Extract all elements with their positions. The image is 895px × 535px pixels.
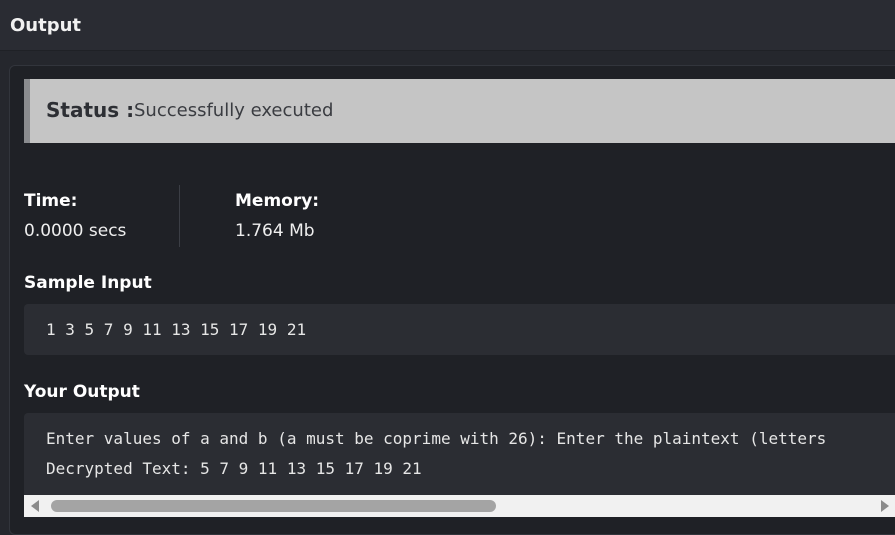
your-output-title: Your Output bbox=[24, 382, 140, 402]
output-header: Output bbox=[0, 0, 895, 51]
output-line-2: Decrypted Text: 5 7 9 11 13 15 17 19 21 bbox=[46, 459, 422, 478]
time-value: 0.0000 secs bbox=[24, 221, 127, 241]
your-output-box: Enter values of a and b (a must be copri… bbox=[24, 413, 895, 503]
memory-label: Memory: bbox=[235, 191, 320, 211]
sample-input-box: 1 3 5 7 9 11 13 15 17 19 21 bbox=[24, 304, 895, 355]
triangle-left-icon[interactable] bbox=[31, 500, 39, 512]
sample-input-text: 1 3 5 7 9 11 13 15 17 19 21 bbox=[46, 320, 307, 339]
sample-input-title: Sample Input bbox=[24, 273, 152, 293]
time-label: Time: bbox=[24, 191, 78, 211]
metric-divider bbox=[179, 185, 180, 247]
scroll-thumb[interactable] bbox=[51, 500, 496, 512]
status-value: Successfully executed bbox=[134, 100, 334, 121]
status-label: Status : bbox=[46, 98, 135, 122]
output-line-1: Enter values of a and b (a must be copri… bbox=[46, 429, 827, 448]
memory-value: 1.764 Mb bbox=[235, 221, 315, 241]
status-bar: Status : Successfully executed bbox=[24, 79, 895, 143]
triangle-right-icon[interactable] bbox=[881, 500, 889, 512]
output-title: Output bbox=[10, 15, 82, 36]
horizontal-scrollbar[interactable] bbox=[24, 495, 895, 517]
